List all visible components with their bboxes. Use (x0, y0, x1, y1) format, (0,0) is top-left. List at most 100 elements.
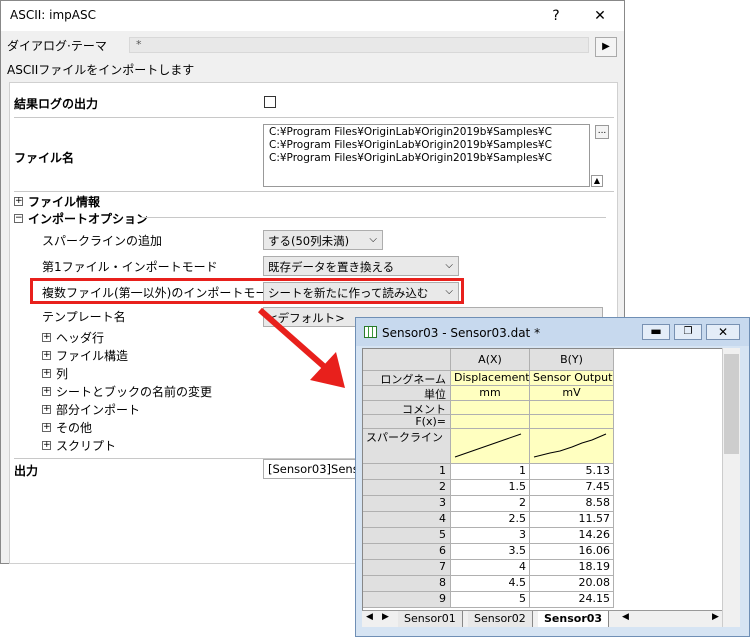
highlight-box (30, 278, 464, 304)
import-options-node[interactable]: インポートオプション (28, 210, 148, 227)
vertical-scrollbar[interactable] (722, 348, 740, 627)
column-header[interactable]: B(Y) (530, 349, 614, 371)
data-cell[interactable]: 7.45 (530, 480, 614, 496)
worksheet-titlebar: Sensor03 - Sensor03.dat * ▬ ❐ ✕ (356, 318, 749, 346)
unit-cell[interactable]: mV (530, 386, 614, 401)
collapse-icon[interactable]: − (14, 214, 23, 223)
row-number[interactable]: 4 (363, 512, 451, 528)
theme-menu-button[interactable]: ▶ (595, 37, 617, 57)
output-label: 出力 (14, 464, 39, 478)
sheet-tab-bar: ◀ ▶ Sensor01 Sensor02 Sensor03 ◀ ▶ (362, 610, 722, 627)
sparkline-cell[interactable] (451, 429, 530, 464)
expand-icon[interactable]: + (42, 369, 51, 378)
restore-button[interactable]: ❐ (674, 324, 702, 340)
resize-icon[interactable]: ▲ (591, 175, 603, 187)
output-value: [Sensor03]Sens (268, 462, 359, 476)
expand-icon[interactable]: + (42, 351, 51, 360)
scroll-thumb[interactable] (724, 354, 739, 454)
column-header[interactable]: A(X) (451, 349, 530, 371)
row-number[interactable]: 3 (363, 496, 451, 512)
expand-icon[interactable]: + (42, 333, 51, 342)
tab-sensor02[interactable]: Sensor02 (468, 611, 533, 627)
worksheet-grid[interactable]: A(X) B(Y) ロングネーム Displacement Sensor Out… (362, 348, 740, 627)
expand-icon[interactable]: + (42, 441, 51, 450)
row-label: ロングネーム (363, 371, 451, 386)
data-cell[interactable]: 3 (451, 528, 530, 544)
option-node-rename[interactable]: シートとブックの名前の変更 (56, 383, 212, 400)
data-cell[interactable]: 4.5 (451, 576, 530, 592)
row-number[interactable]: 2 (363, 480, 451, 496)
theme-field[interactable]: * (129, 37, 589, 53)
file-path: C:¥Program Files¥OriginLab¥Origin2019b¥S… (269, 152, 552, 164)
long-name-cell[interactable]: Displacement (451, 371, 530, 386)
expand-icon[interactable]: + (42, 387, 51, 396)
data-cell[interactable]: 5 (451, 592, 530, 608)
tab-sensor01[interactable]: Sensor01 (398, 611, 463, 627)
expand-icon[interactable]: + (42, 405, 51, 414)
row-number[interactable]: 1 (363, 464, 451, 480)
arrow-icon (258, 307, 345, 388)
row-label: 単位 (363, 386, 451, 401)
data-cell[interactable]: 5.13 (530, 464, 614, 480)
sparkline-value: する(50列未満) (268, 234, 350, 248)
close-button[interactable]: ✕ (585, 5, 615, 27)
data-cell[interactable]: 1 (451, 464, 530, 480)
file-info-node[interactable]: ファイル情報 (28, 193, 100, 210)
option-node-columns[interactable]: 列 (56, 365, 68, 382)
data-cell[interactable]: 8.58 (530, 496, 614, 512)
row-number[interactable]: 6 (363, 544, 451, 560)
row-number[interactable]: 9 (363, 592, 451, 608)
row-number[interactable]: 8 (363, 576, 451, 592)
comment-cell[interactable] (530, 401, 614, 415)
tab-sensor03[interactable]: Sensor03 (538, 611, 610, 627)
chevron-down-icon: ⌵ (369, 234, 377, 245)
data-cell[interactable]: 16.06 (530, 544, 614, 560)
hscroll-left-icon[interactable]: ◀ (622, 612, 629, 622)
option-node-structure[interactable]: ファイル構造 (56, 347, 128, 364)
option-node-partial[interactable]: 部分インポート (56, 401, 140, 418)
first-mode-value: 既存データを置き換える (268, 260, 395, 274)
data-cell[interactable]: 2 (451, 496, 530, 512)
sparkline-label: スパークラインの追加 (42, 234, 163, 248)
row-number[interactable]: 7 (363, 560, 451, 576)
theme-label: ダイアログ·テーマ (7, 39, 107, 53)
data-cell[interactable]: 24.15 (530, 592, 614, 608)
template-label: テンプレート名 (42, 310, 126, 324)
comment-cell[interactable] (451, 401, 530, 415)
data-cell[interactable]: 11.57 (530, 512, 614, 528)
expand-icon[interactable]: + (14, 197, 23, 206)
tab-next-icon[interactable]: ▶ (382, 612, 389, 622)
data-cell[interactable]: 18.19 (530, 560, 614, 576)
dialog-description: ASCIIファイルをインポートします (7, 63, 195, 77)
minimize-button[interactable]: ▬ (642, 324, 670, 340)
browse-button[interactable]: ... (595, 125, 609, 139)
help-button[interactable]: ? (541, 5, 571, 27)
long-name-cell[interactable]: Sensor Output (530, 371, 614, 386)
tab-prev-icon[interactable]: ◀ (366, 612, 373, 622)
result-log-checkbox[interactable] (264, 96, 276, 108)
sparkline-select[interactable]: する(50列未満) ⌵ (263, 230, 383, 250)
option-node-misc[interactable]: その他 (56, 419, 92, 436)
option-node-script[interactable]: スクリプト (56, 437, 116, 454)
first-mode-select[interactable]: 既存データを置き換える ⌵ (263, 256, 459, 276)
data-cell[interactable]: 2.5 (451, 512, 530, 528)
hscroll-right-icon[interactable]: ▶ (712, 612, 719, 622)
row-number[interactable]: 5 (363, 528, 451, 544)
first-mode-label: 第1ファイル・インポートモード (42, 260, 218, 274)
data-cell[interactable]: 3.5 (451, 544, 530, 560)
data-cell[interactable]: 1.5 (451, 480, 530, 496)
unit-cell[interactable]: mm (451, 386, 530, 401)
window-close-button[interactable]: ✕ (706, 324, 740, 340)
data-cell[interactable]: 4 (451, 560, 530, 576)
data-cell[interactable]: 20.08 (530, 576, 614, 592)
option-node-header[interactable]: ヘッダ行 (56, 329, 104, 346)
expand-icon[interactable]: + (42, 423, 51, 432)
formula-cell[interactable] (530, 415, 614, 429)
formula-cell[interactable] (451, 415, 530, 429)
data-cell[interactable]: 14.26 (530, 528, 614, 544)
dialog-titlebar: ASCII: impASC ? ✕ (1, 1, 624, 31)
sparkline-cell[interactable] (530, 429, 614, 464)
worksheet-icon (364, 326, 377, 338)
file-list[interactable]: C:¥Program Files¥OriginLab¥Origin2019b¥S… (263, 124, 590, 187)
corner-cell[interactable] (363, 349, 451, 371)
